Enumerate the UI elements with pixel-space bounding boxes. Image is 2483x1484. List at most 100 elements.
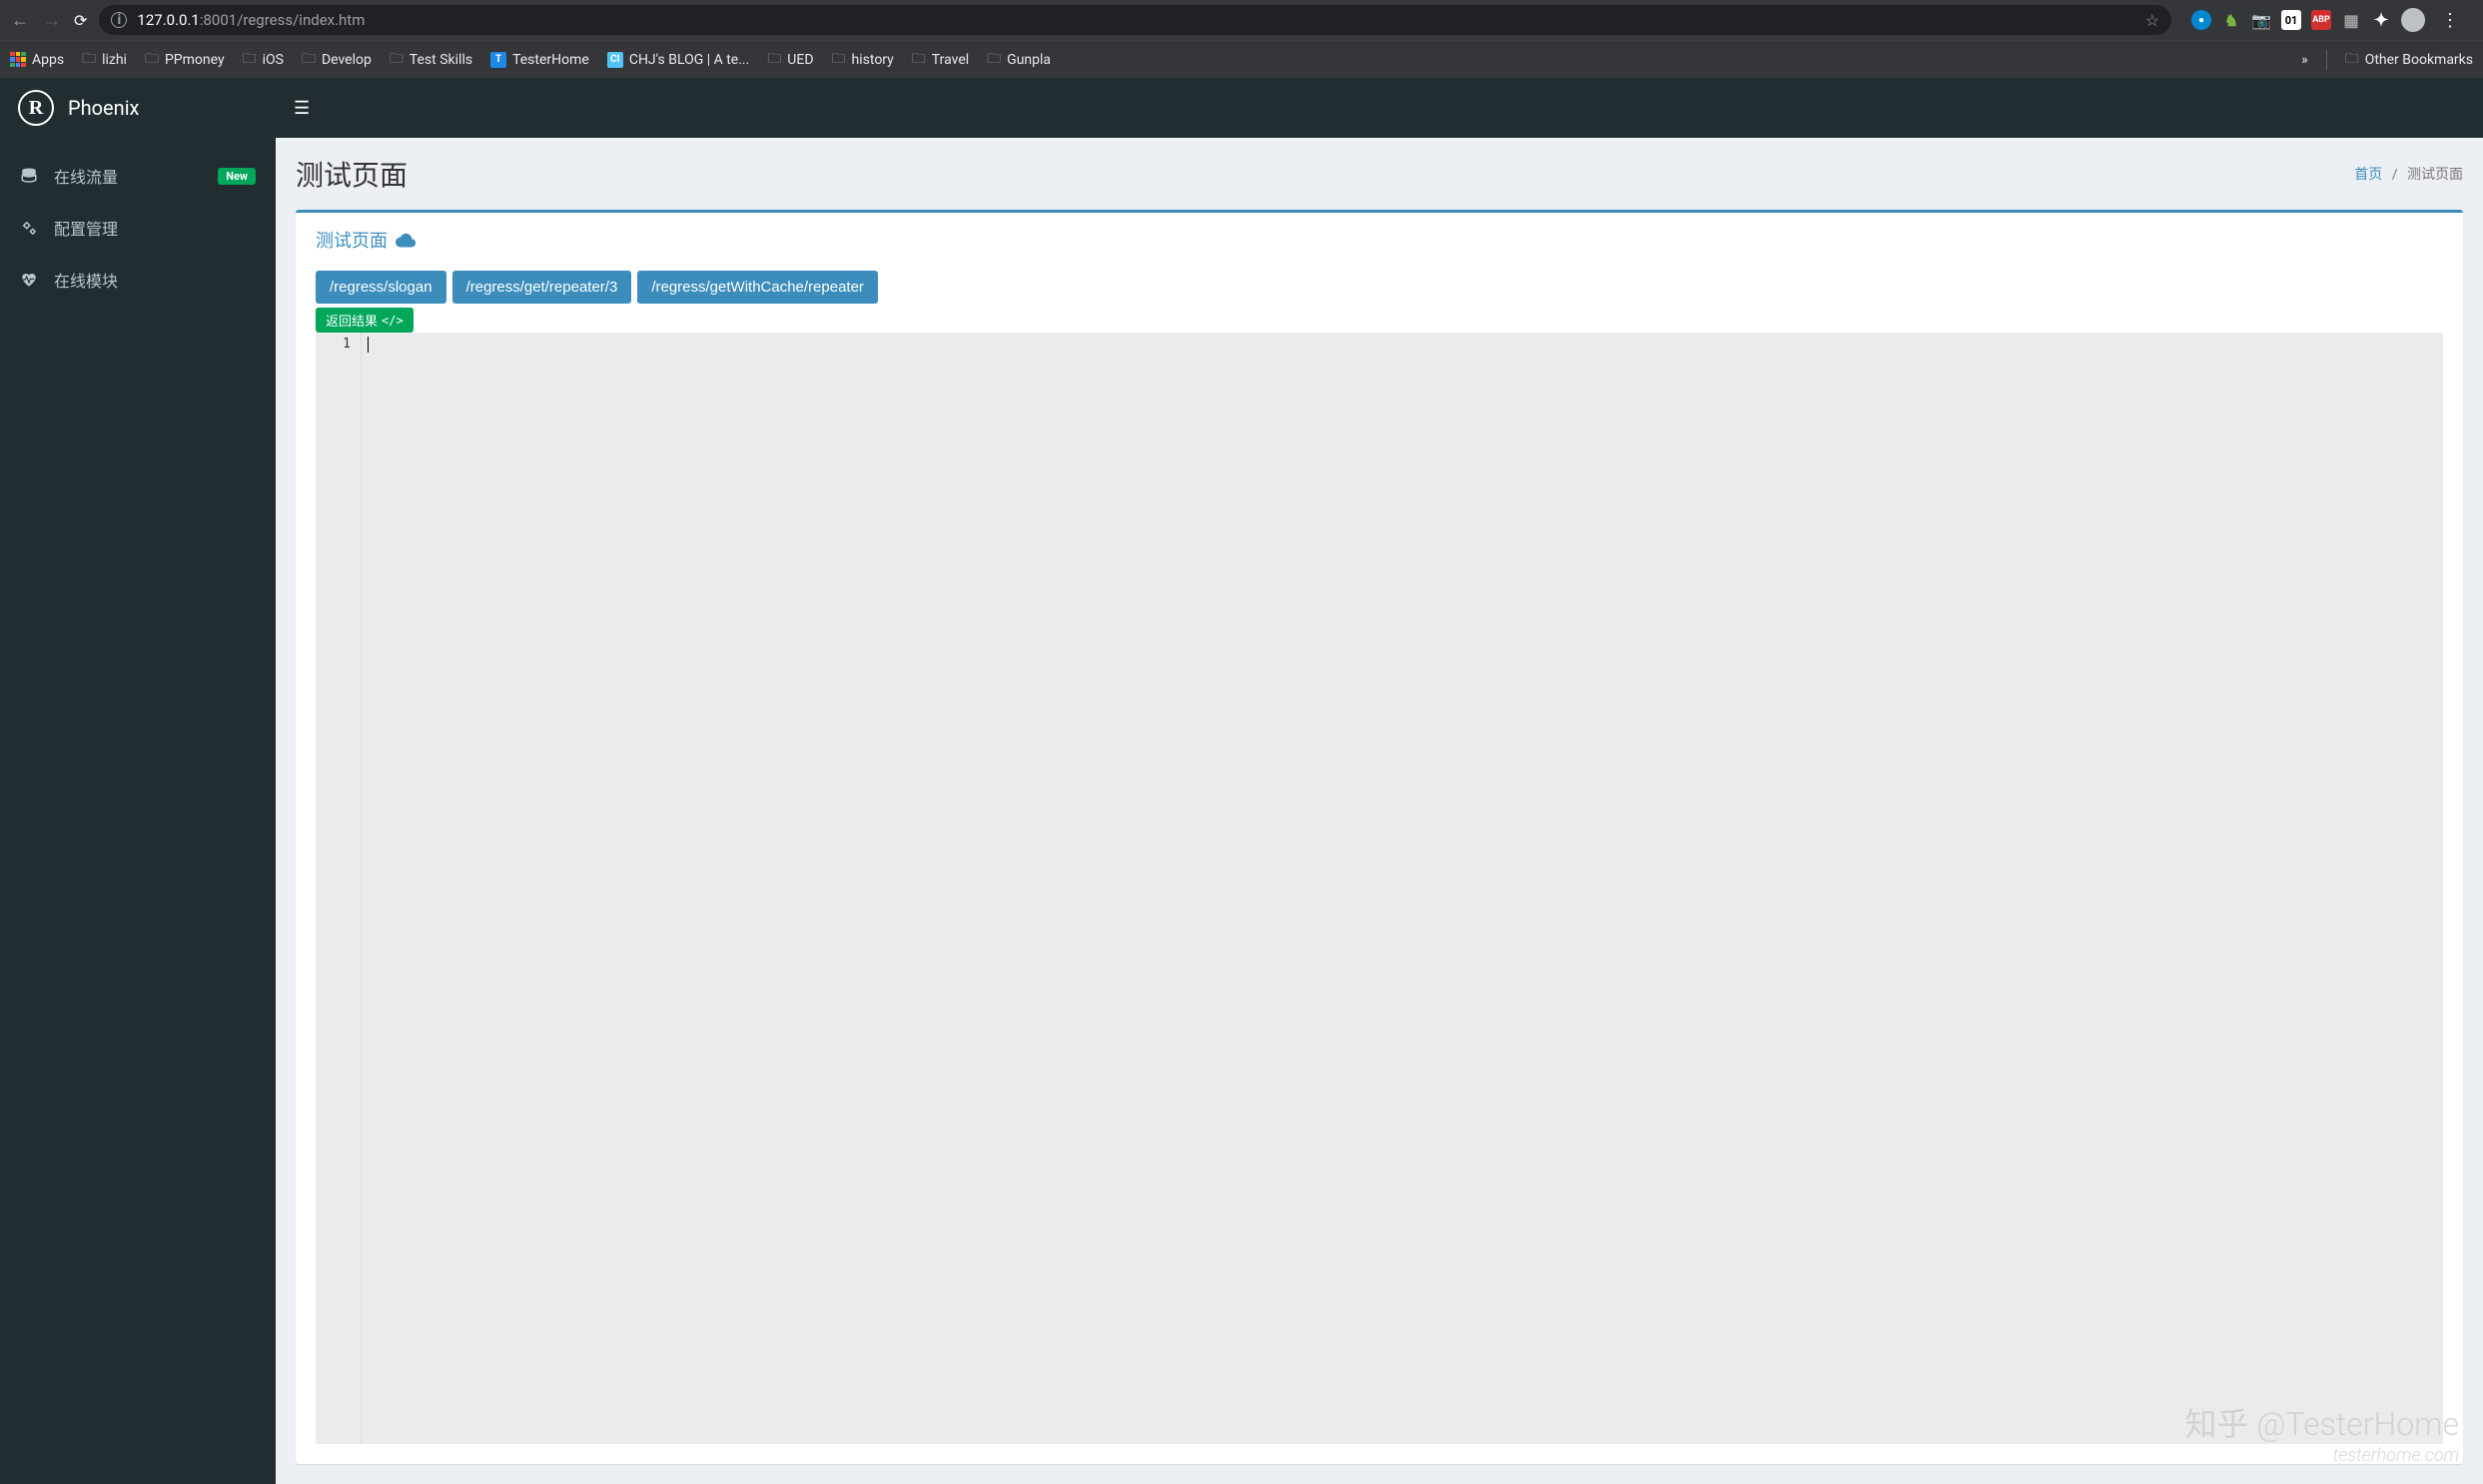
bookmark-item[interactable]: 🗀 UED	[767, 48, 813, 72]
folder-icon: 🗀	[243, 48, 257, 72]
box-header: 测试页面	[296, 213, 2463, 267]
bookmark-label: iOS	[263, 52, 284, 68]
breadcrumb-current: 测试页面	[2407, 167, 2463, 183]
api-button-row: /regress/slogan/regress/get/repeater/3/r…	[316, 271, 2443, 304]
bookmark-separator	[2326, 50, 2327, 70]
bookmark-item[interactable]: 🗀 iOS	[243, 48, 284, 72]
folder-icon: 🗀	[302, 48, 316, 72]
folder-icon: 🗀	[82, 48, 96, 72]
folder-icon: 🗀	[987, 48, 1001, 72]
bookmark-item[interactable]: 🗀 lizhi	[82, 48, 127, 72]
bookmark-item[interactable]: 🗀 PPmoney	[145, 48, 225, 72]
browser-menu-icon[interactable]: ⋮	[2435, 10, 2465, 31]
bookmark-label: TesterHome	[512, 52, 589, 68]
result-tag: 返回结果</>	[316, 308, 414, 333]
apps-button[interactable]: Apps	[10, 52, 64, 68]
box-title: 测试页面	[316, 227, 2443, 253]
bookmark-label: UED	[787, 52, 813, 68]
address-bar[interactable]: i 127.0.0.1:8001/regress/index.htm ☆	[99, 5, 2171, 35]
forward-button[interactable]: →	[42, 10, 62, 31]
badge-01-icon[interactable]: 01	[2281, 10, 2301, 30]
camera-icon[interactable]: 📷	[2251, 10, 2271, 30]
android-icon[interactable]: ♞	[2221, 10, 2241, 30]
heartbeat-icon	[20, 271, 40, 289]
back-button[interactable]: ←	[10, 10, 30, 31]
app-container: R Phoenix 在线流量 New 配置管理 在线模块 ☰ 测试页面	[0, 78, 2483, 1484]
bookmark-overflow-icon[interactable]: »	[2301, 52, 2308, 68]
favicon-icon: CI	[607, 52, 623, 68]
menu-item-config[interactable]: 配置管理	[0, 202, 276, 254]
bookmark-item[interactable]: 🗀 Gunpla	[987, 48, 1051, 72]
folder-icon: 🗀	[832, 48, 846, 72]
bookmark-label: history	[852, 52, 894, 68]
code-brackets-icon: </>	[382, 314, 404, 328]
menu-label: 配置管理	[54, 216, 118, 240]
bookmark-label: lizhi	[102, 52, 127, 68]
breadcrumb: 首页 / 测试页面	[2354, 164, 2463, 184]
page-header: 测试页面 首页 / 测试页面	[276, 138, 2483, 210]
database-icon	[20, 167, 40, 185]
sidebar: R Phoenix 在线流量 New 配置管理 在线模块	[0, 78, 276, 1484]
bookmark-star-icon[interactable]: ☆	[2145, 11, 2159, 30]
site-info-icon[interactable]: i	[111, 12, 127, 28]
browser-chrome: ← → ⟳ i 127.0.0.1:8001/regress/index.htm…	[0, 0, 2483, 78]
bookmark-label: Test Skills	[410, 52, 472, 68]
text-cursor	[368, 337, 369, 353]
line-number: 1	[320, 337, 351, 352]
bookmark-label: CHJ's BLOG | A te...	[629, 52, 749, 68]
bookmark-label: Develop	[322, 52, 372, 68]
content-box: 测试页面 /regress/slogan/regress/get/repeate…	[296, 210, 2463, 1464]
bookmark-item[interactable]: 🗀 history	[832, 48, 894, 72]
sidebar-header: R Phoenix	[0, 78, 276, 138]
folder-icon: 🗀	[2345, 48, 2359, 72]
page-title: 测试页面	[296, 154, 408, 194]
cloud-icon	[396, 232, 415, 248]
bookmark-item[interactable]: 🗀 Travel	[912, 48, 969, 72]
abp-icon[interactable]: ABP	[2311, 10, 2331, 30]
brand-name: Phoenix	[68, 96, 139, 120]
breadcrumb-home-link[interactable]: 首页	[2354, 167, 2382, 183]
profile-avatar[interactable]	[2401, 8, 2425, 32]
sidebar-menu: 在线流量 New 配置管理 在线模块	[0, 138, 276, 318]
reload-button[interactable]: ⟳	[74, 11, 87, 30]
apps-grid-icon	[10, 52, 26, 68]
folder-icon: 🗀	[767, 48, 781, 72]
code-editor[interactable]: 1	[316, 333, 2443, 1444]
api-button[interactable]: /regress/getWithCache/repeater	[637, 271, 878, 304]
hamburger-icon[interactable]: ☰	[294, 98, 310, 119]
folder-icon: 🗀	[390, 48, 404, 72]
bookmark-label: Travel	[932, 52, 969, 68]
api-button[interactable]: /regress/slogan	[316, 271, 446, 304]
menu-label: 在线流量	[54, 164, 118, 188]
bookmark-label: Gunpla	[1007, 52, 1051, 68]
breadcrumb-separator: /	[2392, 167, 2398, 183]
ext-icon-1[interactable]: ●	[2191, 10, 2211, 30]
qr-icon[interactable]: ▦	[2341, 10, 2361, 30]
new-badge: New	[218, 168, 256, 185]
folder-icon: 🗀	[912, 48, 926, 72]
main-area: ☰ 测试页面 首页 / 测试页面 测试页面 /regress/slogan/re…	[276, 78, 2483, 1484]
gears-icon	[20, 219, 40, 237]
box-body: /regress/slogan/regress/get/repeater/3/r…	[296, 267, 2463, 1464]
top-navbar: ☰	[276, 78, 2483, 138]
extensions-puzzle-icon[interactable]: ✦	[2371, 10, 2391, 30]
url-text: 127.0.0.1:8001/regress/index.htm	[137, 11, 365, 29]
bookmark-item[interactable]: CI CHJ's BLOG | A te...	[607, 52, 749, 68]
favicon-icon: T	[490, 52, 506, 68]
bookmark-label: PPmoney	[165, 52, 225, 68]
logo-icon: R	[18, 90, 54, 126]
folder-icon: 🗀	[145, 48, 159, 72]
other-bookmarks[interactable]: 🗀 Other Bookmarks	[2345, 48, 2473, 72]
extension-icons: ● ♞ 📷 01 ABP ▦ ✦ ⋮	[2183, 8, 2473, 32]
browser-toolbar: ← → ⟳ i 127.0.0.1:8001/regress/index.htm…	[0, 0, 2483, 40]
api-button[interactable]: /regress/get/repeater/3	[452, 271, 632, 304]
bookmark-item[interactable]: 🗀 Develop	[302, 48, 372, 72]
editor-gutter: 1	[316, 333, 362, 1444]
menu-item-traffic[interactable]: 在线流量 New	[0, 150, 276, 202]
menu-item-module[interactable]: 在线模块	[0, 254, 276, 306]
editor-content[interactable]	[362, 333, 2443, 1444]
bookmark-item[interactable]: 🗀 Test Skills	[390, 48, 472, 72]
bookmark-item[interactable]: T TesterHome	[490, 52, 589, 68]
menu-label: 在线模块	[54, 268, 118, 292]
bookmark-bar: Apps 🗀 lizhi 🗀 PPmoney 🗀 iOS 🗀 Develop 🗀 Test Ski…	[0, 40, 2483, 78]
